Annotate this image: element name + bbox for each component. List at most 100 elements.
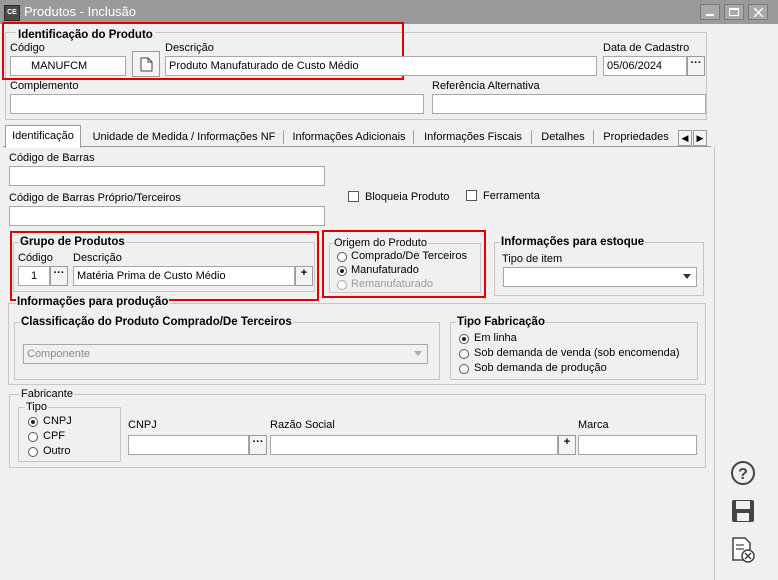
codigo-barras-label: Código de Barras <box>9 152 95 164</box>
tipo-fabricacao-label: Tipo Fabricação <box>456 316 546 328</box>
calendar-button[interactable]: ··· <box>687 56 705 76</box>
ferramenta-checkbox[interactable] <box>466 190 477 201</box>
fabricante-tipo-label: Tipo <box>25 401 48 413</box>
close-button[interactable] <box>748 4 768 20</box>
estoque-group-label: Informações para estoque <box>500 236 646 248</box>
chevron-down-icon <box>683 274 691 279</box>
codigo-label: Código <box>10 42 45 54</box>
fabricante-cnpj-label: CNPJ <box>128 419 157 431</box>
minimize-button[interactable] <box>700 4 720 20</box>
cancel-button[interactable] <box>730 536 756 564</box>
fabricante-cnpj-lookup-button[interactable]: ··· <box>249 435 267 455</box>
referencia-input[interactable] <box>432 94 706 114</box>
help-icon: ? <box>731 461 755 485</box>
complemento-input[interactable] <box>10 94 424 114</box>
ellipsis-icon: ··· <box>252 436 264 448</box>
classificacao-select[interactable]: Componente <box>23 344 428 364</box>
ferramenta-label: Ferramenta <box>483 190 540 202</box>
fabricacao-em-linha-label: Em linha <box>474 332 517 344</box>
marca-label: Marca <box>578 419 609 431</box>
fabricante-cpf-radio[interactable] <box>28 432 38 442</box>
plus-icon: + <box>563 436 571 448</box>
tab-detalhes[interactable]: Detalhes <box>534 126 592 148</box>
origem-comprado-radio[interactable] <box>337 252 347 262</box>
fabricante-cnpj-option-label: CNPJ <box>43 415 72 427</box>
descricao-label: Descrição <box>165 42 214 54</box>
maximize-icon <box>729 8 739 16</box>
fabricante-outro-radio[interactable] <box>28 447 38 457</box>
tab-identificacao[interactable]: Identificação <box>5 125 81 148</box>
razao-social-label: Razão Social <box>270 419 335 431</box>
document-icon <box>140 57 153 72</box>
app-icon: CE <box>4 5 20 21</box>
maximize-button[interactable] <box>724 4 744 20</box>
window-title: Produtos - Inclusão <box>24 4 137 19</box>
bloqueia-produto-label: Bloqueia Produto <box>365 191 450 203</box>
tab-informacoes-fiscais[interactable]: Informações Fiscais <box>416 126 530 148</box>
triangle-left-icon: ◀ <box>681 133 689 143</box>
fabricante-cpf-option-label: CPF <box>43 430 65 442</box>
ellipsis-icon: ··· <box>53 267 65 279</box>
grupo-descricao-label: Descrição <box>73 252 122 264</box>
fabricante-cnpj-radio[interactable] <box>28 417 38 427</box>
tab-informacoes-adicionais[interactable]: Informações Adicionais <box>286 126 412 148</box>
data-cadastro-input[interactable]: 05/06/2024 <box>603 56 687 76</box>
tab-unidade-medida[interactable]: Unidade de Medida / Informações NF <box>86 126 282 148</box>
tab-separator <box>283 130 284 144</box>
save-icon <box>732 500 754 522</box>
copy-code-button[interactable] <box>132 51 160 77</box>
bloqueia-produto-checkbox[interactable] <box>348 191 359 202</box>
razao-social-input[interactable] <box>270 435 558 455</box>
grupo-codigo-input[interactable]: 1 <box>18 266 50 286</box>
origem-manufaturado-radio[interactable] <box>337 266 347 276</box>
codigo-barras-proprio-input[interactable] <box>9 206 325 226</box>
triangle-right-icon: ▶ <box>696 133 704 143</box>
grupo-codigo-label: Código <box>18 252 53 264</box>
help-button[interactable]: ? <box>730 460 756 486</box>
save-button[interactable] <box>730 498 756 524</box>
grupo-descricao-input[interactable]: Matéria Prima de Custo Médio <box>73 266 295 286</box>
fabricacao-em-linha-radio[interactable] <box>459 334 469 344</box>
tab-separator <box>413 130 414 144</box>
origem-group-label: Origem do Produto <box>333 237 428 249</box>
fabricacao-sob-producao-radio[interactable] <box>459 364 469 374</box>
grupo-add-button[interactable]: + <box>295 266 313 286</box>
classificacao-group-label: Classificação do Produto Comprado/De Ter… <box>20 316 293 328</box>
tab-scroll-left-button[interactable]: ◀ <box>678 130 692 146</box>
razao-social-add-button[interactable]: + <box>558 435 576 455</box>
fabricante-group-label: Fabricante <box>20 388 74 400</box>
codigo-barras-proprio-label: Código de Barras Próprio/Terceiros <box>9 192 181 204</box>
origem-remanufaturado-label: Remanufaturado <box>351 278 433 290</box>
tab-scroll-right-button[interactable]: ▶ <box>693 130 707 146</box>
tab-separator <box>531 130 532 144</box>
svg-text:?: ? <box>738 466 748 483</box>
codigo-input[interactable]: MANUFCM <box>10 56 126 76</box>
grupo-codigo-lookup-button[interactable]: ··· <box>50 266 68 286</box>
codigo-barras-input[interactable] <box>9 166 325 186</box>
plus-icon: + <box>300 267 308 279</box>
origem-manufaturado-label: Manufaturado <box>351 264 419 276</box>
referencia-label: Referência Alternativa <box>432 80 540 92</box>
tipo-item-label: Tipo de item <box>502 253 563 265</box>
fabricante-outro-option-label: Outro <box>43 445 71 457</box>
tipo-item-select[interactable] <box>503 267 697 287</box>
origem-remanufaturado-radio[interactable] <box>337 280 347 290</box>
identificacao-group-label: Identificação do Produto <box>16 29 155 41</box>
close-icon <box>754 8 763 17</box>
fabricacao-sob-producao-label: Sob demanda de produção <box>474 362 607 374</box>
complemento-label: Complemento <box>10 80 79 92</box>
fabricante-cnpj-input[interactable] <box>128 435 249 455</box>
cancel-document-icon <box>732 537 755 563</box>
descricao-input[interactable]: Produto Manufaturado de Custo Médio <box>165 56 597 76</box>
data-cadastro-label: Data de Cadastro <box>603 42 690 54</box>
grupo-group-label: Grupo de Produtos <box>19 236 126 248</box>
tab-separator <box>593 130 594 144</box>
producao-group-label: Informações para produção <box>16 296 170 308</box>
tab-propriedades[interactable]: Propriedades <box>596 126 676 148</box>
minimize-icon <box>706 14 714 16</box>
chevron-down-icon <box>414 351 422 356</box>
fabricacao-sob-venda-radio[interactable] <box>459 349 469 359</box>
fabricacao-sob-venda-label: Sob demanda de venda (sob encomenda) <box>474 347 680 359</box>
marca-input[interactable] <box>578 435 697 455</box>
ellipsis-icon: ··· <box>690 57 702 69</box>
